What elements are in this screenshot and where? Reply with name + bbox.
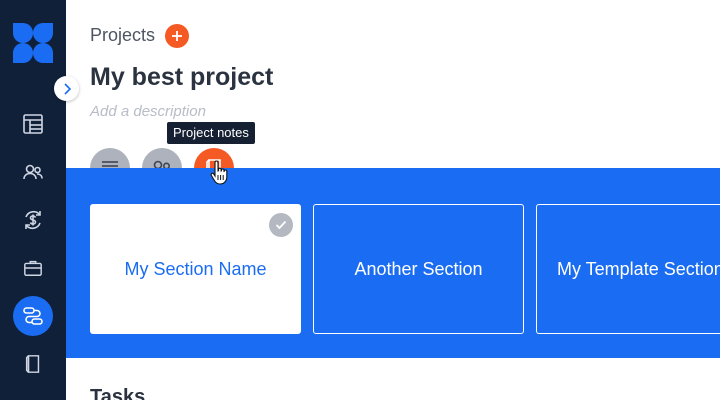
sidebar-item-finance[interactable] [13,200,53,240]
add-project-button[interactable] [165,24,189,48]
section-name: My Template Section [557,258,720,279]
sidebar [0,0,66,400]
description-field[interactable]: Add a description [90,103,206,120]
selected-badge [269,213,293,237]
people-icon [23,164,43,180]
sidebar-item-people[interactable] [13,152,53,192]
sidebar-item-notes[interactable] [13,344,53,384]
sidebar-item-portfolio[interactable] [13,248,53,288]
section-name: Another Section [354,258,483,279]
section-card[interactable]: My Section Name [90,204,301,334]
tooltip: Project notes [167,122,255,144]
sidebar-item-table[interactable] [13,104,53,144]
check-icon [275,220,287,230]
page-title[interactable]: My best project [90,63,273,92]
breadcrumb[interactable]: Projects [90,25,155,46]
section-name: My Section Name [124,258,267,279]
chevron-right-icon [63,82,71,95]
section-card[interactable]: Another Section [313,204,524,334]
workflow-icon [23,307,43,325]
plus-icon [172,31,182,41]
sidebar-collapse-button[interactable] [54,76,79,101]
sidebar-item-projects[interactable] [13,296,53,336]
app-logo-icon[interactable] [12,22,54,64]
briefcase-icon [24,260,42,276]
dollar-cycle-icon [25,210,41,230]
tasks-heading: Tasks [90,386,146,400]
hand-pointer-icon [210,160,228,185]
section-card[interactable]: My Template Section [536,204,720,334]
table-icon [23,114,43,134]
notebook-icon [25,355,40,373]
